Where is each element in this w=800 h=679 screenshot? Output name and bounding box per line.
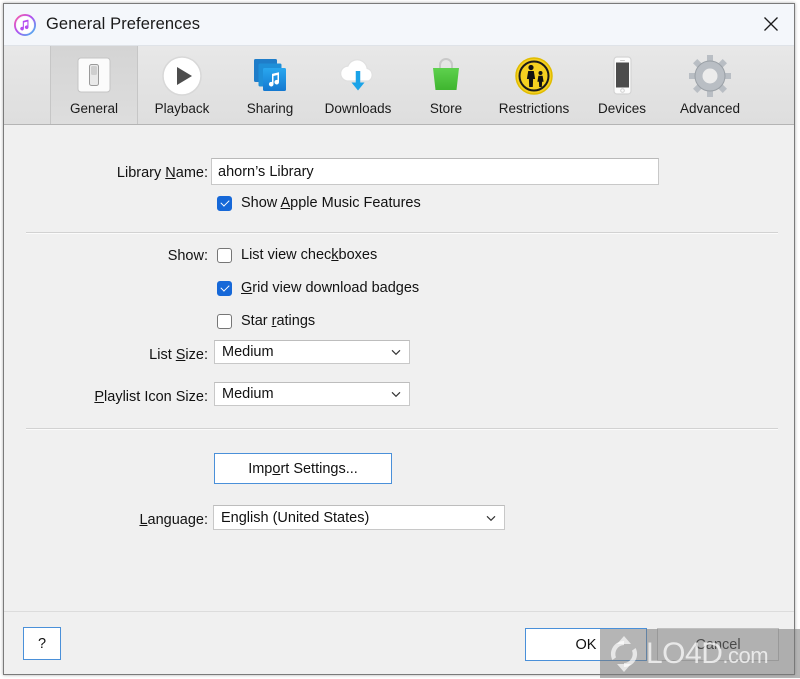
tab-label: Downloads (324, 101, 392, 116)
gear-icon (666, 52, 754, 99)
show-apple-music-checkbox[interactable] (217, 195, 232, 211)
list-view-checkboxes-row[interactable]: List view checkboxes (217, 247, 377, 263)
list-view-checkboxes-label: List view checkboxes (241, 247, 378, 263)
chevron-down-icon (484, 511, 498, 525)
tab-label: Restrictions (498, 101, 570, 116)
tab-label: General (69, 101, 119, 116)
tab-label: Playback (154, 101, 210, 116)
cloud-download-icon (314, 52, 402, 99)
help-button[interactable]: ? (23, 627, 61, 660)
preferences-window: General Preferences General Playback Sha… (3, 3, 795, 675)
import-settings-button[interactable]: Import Settings... (214, 453, 392, 484)
library-name-input[interactable] (211, 158, 659, 185)
language-select[interactable]: English (United States) (213, 505, 505, 530)
tab-devices[interactable]: Devices (578, 46, 666, 124)
playlist-icon-size-value: Medium (222, 386, 274, 402)
tab-label: Advanced (679, 101, 741, 116)
list-size-label-wrap: List Size: (4, 347, 208, 363)
grid-view-badges-label: Grid view download badges (241, 280, 420, 296)
tab-label: Devices (597, 101, 646, 116)
sharing-stacked-icon (226, 52, 314, 99)
import-settings-label: Import Settings... (248, 460, 358, 477)
show-group-label-wrap: Show: (4, 248, 208, 264)
star-ratings-label: Star ratings (241, 313, 316, 329)
tab-store[interactable]: Store (402, 46, 490, 124)
star-ratings-row[interactable]: Star ratings (217, 313, 315, 329)
show-apple-music-row[interactable]: Show Apple Music Features (217, 195, 421, 211)
dialog-footer: ? OK Cancel (4, 611, 794, 674)
tab-playback[interactable]: Playback (138, 46, 226, 124)
close-icon[interactable] (748, 4, 794, 44)
title-bar: General Preferences (4, 4, 794, 46)
list-size-value: Medium (222, 344, 274, 360)
tab-label: Sharing (246, 101, 294, 116)
grid-view-badges-row[interactable]: Grid view download badges (217, 280, 419, 296)
play-circle-icon (138, 52, 226, 99)
cancel-button[interactable]: Cancel (657, 628, 779, 661)
grid-view-badges-checkbox[interactable] (217, 280, 232, 296)
language-value: English (United States) (221, 509, 370, 526)
itunes-app-icon (14, 13, 36, 36)
separator-2 (26, 428, 778, 430)
ok-label: OK (575, 636, 597, 653)
general-switch-icon (51, 52, 137, 99)
show-group-label: Show: (167, 248, 208, 264)
chevron-down-icon (389, 345, 403, 359)
tab-general[interactable]: General (50, 46, 138, 124)
separator-1 (26, 232, 778, 234)
restrictions-icon (490, 52, 578, 99)
tab-downloads[interactable]: Downloads (314, 46, 402, 124)
tab-advanced[interactable]: Advanced (666, 46, 754, 124)
list-size-select[interactable]: Medium (214, 340, 410, 364)
library-name-label: Library Name: (116, 165, 208, 181)
list-size-label: List Size: (149, 347, 208, 363)
show-apple-music-label: Show Apple Music Features (241, 195, 421, 211)
star-ratings-checkbox[interactable] (217, 313, 232, 329)
tab-sharing[interactable]: Sharing (226, 46, 314, 124)
help-label: ? (37, 635, 47, 652)
window-title: General Preferences (46, 15, 201, 33)
playlist-icon-size-label-wrap: Playlist Icon Size: (4, 389, 208, 405)
shopping-bag-icon (402, 52, 490, 99)
cancel-label: Cancel (695, 636, 741, 653)
tab-restrictions[interactable]: Restrictions (490, 46, 578, 124)
iphone-icon (578, 52, 666, 99)
playlist-icon-size-label: Playlist Icon Size: (94, 389, 208, 405)
list-view-checkboxes-checkbox[interactable] (217, 247, 232, 263)
ok-button[interactable]: OK (525, 628, 647, 661)
library-name-label-wrap: Library Name: (4, 165, 208, 181)
language-label-wrap: Language: (4, 512, 208, 528)
playlist-icon-size-select[interactable]: Medium (214, 382, 410, 406)
preferences-content: Library Name: Show Apple Music Features … (4, 125, 794, 611)
chevron-down-icon (389, 387, 403, 401)
preferences-tab-bar: General Playback Sharing Downloads Store… (4, 46, 794, 125)
language-label: Language: (139, 512, 208, 528)
tab-label: Store (429, 101, 463, 116)
